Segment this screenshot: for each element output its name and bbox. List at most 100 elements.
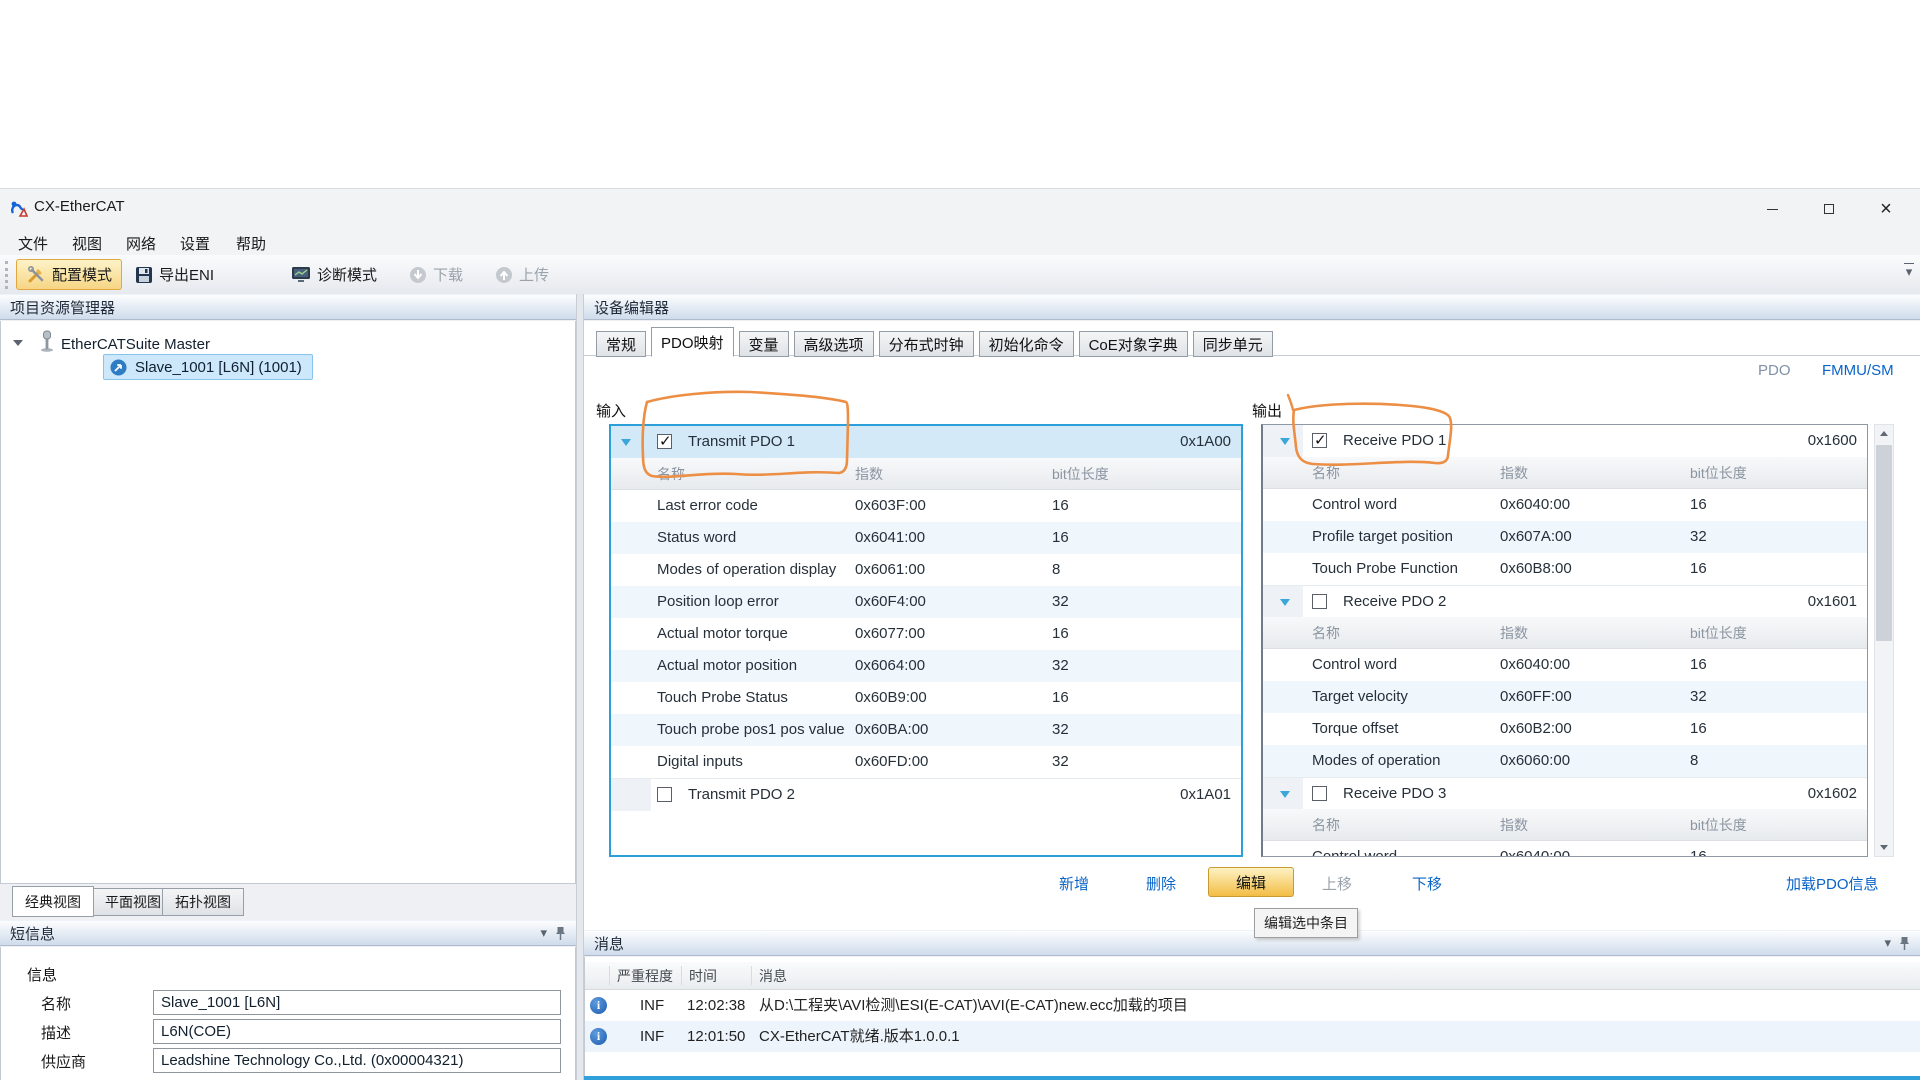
tab-常规[interactable]: 常规 [596,331,646,357]
message-panel-dropdown-icon[interactable]: ▾ [1884,935,1891,951]
pdo-entry-row[interactable]: Modes of operation0x6060:008 [1263,745,1867,777]
pdo-row[interactable]: Transmit PDO 20x1A01 [611,778,1241,810]
scroll-down-icon[interactable] [1875,839,1893,856]
delete-button[interactable]: 删除 [1146,873,1176,894]
pdo-entry-row[interactable]: Control word0x6040:0016 [1263,649,1867,681]
pdo-row[interactable]: Receive PDO 30x1602 [1263,777,1867,809]
pdo-entry-row[interactable]: Touch Probe Status0x60B9:0016 [611,682,1241,714]
pin-icon[interactable] [555,926,566,941]
move-down-button[interactable]: 下移 [1412,873,1442,894]
pdo-entry-row[interactable]: Control word0x6040:0016 [1263,841,1867,857]
info-panel-body: 信息 名称 Slave_1001 [L6N] 描述 L6N(COE) 供应商 L… [0,947,576,1080]
pdo-entry-row[interactable]: Status word0x6041:0016 [611,522,1241,554]
view-tab-2[interactable]: 拓扑视图 [162,888,244,916]
minimize-icon [1767,209,1778,210]
menu-item-0[interactable]: 文件 [12,232,54,254]
entry-bitlength-cell: 16 [1690,489,1707,521]
pdo-checkbox[interactable] [1312,433,1327,448]
config-mode-button[interactable]: 配置模式 [16,259,122,290]
upload-button[interactable]: 上传 [486,259,558,290]
tools-icon [26,265,46,285]
add-button[interactable]: 新增 [1059,873,1089,894]
severity-cell: INF [640,990,664,1021]
close-button[interactable]: × [1863,189,1909,229]
pdo-row[interactable]: Receive PDO 10x1600 [1263,425,1867,457]
pdo-row[interactable]: Transmit PDO 10x1A00 [611,426,1241,458]
message-row[interactable]: iINF12:01:50CX-EtherCAT就绪.版本1.0.0.1 [585,1021,1920,1052]
time-cell: 12:01:50 [687,1021,745,1052]
message-cell: 从D:\工程夹\AVI检测\ESI(E-CAT)\AVI(E-CAT)new.e… [759,990,1188,1021]
export-eni-button[interactable]: 导出ENI [126,259,223,290]
menu-item-3[interactable]: 设置 [174,232,216,254]
output-scrollbar[interactable] [1874,424,1894,857]
pdo-entry-row[interactable]: Profile target position0x607A:0032 [1263,521,1867,553]
minimize-button[interactable] [1749,189,1795,229]
tab-同步单元[interactable]: 同步单元 [1193,331,1273,357]
message-row[interactable]: iINF12:02:38从D:\工程夹\AVI检测\ESI(E-CAT)\AVI… [585,990,1920,1021]
menu-item-4[interactable]: 帮助 [230,232,272,254]
description-field[interactable]: L6N(COE) [153,1019,561,1044]
fmmu-sm-link[interactable]: FMMU/SM [1822,362,1894,379]
tab-CoE对象字典[interactable]: CoE对象字典 [1079,331,1188,357]
pdo-entry-row[interactable]: Torque offset0x60B2:0016 [1263,713,1867,745]
message-panel-body: 严重程度 时间 消息 iINF12:02:38从D:\工程夹\AVI检测\ESI… [584,957,1920,1080]
toolbar-overflow-icon[interactable]: ▾ [1904,263,1914,277]
pdo-view-link[interactable]: PDO [1758,362,1791,379]
tab-初始化命令[interactable]: 初始化命令 [979,331,1074,357]
move-up-button[interactable]: 上移 [1322,873,1352,894]
tab-变量[interactable]: 变量 [739,331,789,357]
menubar: 文件视图网络设置帮助 [0,229,1920,255]
pdo-entry-row[interactable]: Actual motor position0x6064:0032 [611,650,1241,682]
pdo-entry-row[interactable]: Modes of operation display0x6061:008 [611,554,1241,586]
expander-icon[interactable] [1280,599,1290,606]
pdo-entry-row[interactable]: Digital inputs0x60FD:0032 [611,746,1241,778]
pdo-entry-row[interactable]: Actual motor torque0x6077:0016 [611,618,1241,650]
pdo-entry-row[interactable]: Last error code0x603F:0016 [611,490,1241,522]
severity-cell: INF [640,1021,664,1052]
editor-tabbar: 常规PDO映射变量高级选项分布式时钟初始化命令CoE对象字典同步单元 [596,327,1278,357]
pdo-entry-row[interactable]: Touch Probe Function0x60B8:0016 [1263,553,1867,585]
pdo-checkbox[interactable] [1312,594,1327,609]
index-column-header: 指数 [1500,457,1528,489]
download-button[interactable]: 下载 [400,259,472,290]
scroll-up-icon[interactable] [1875,425,1893,442]
tab-PDO映射[interactable]: PDO映射 [651,327,734,357]
entry-index-cell: 0x60B8:00 [1500,553,1572,585]
pdo-checkbox[interactable] [657,787,672,802]
input-pdo-table[interactable]: Transmit PDO 10x1A00名称指数bit位长度Last error… [609,424,1243,857]
tab-高级选项[interactable]: 高级选项 [794,331,874,357]
output-pdo-table[interactable]: Receive PDO 10x1600名称指数bit位长度Control wor… [1261,424,1868,857]
pdo-entry-row[interactable]: Touch probe pos1 pos value0x60BA:0032 [611,714,1241,746]
expander-icon[interactable] [1280,791,1290,798]
tree-expander-icon[interactable] [13,340,23,346]
name-field[interactable]: Slave_1001 [L6N] [153,990,561,1015]
pin-icon[interactable] [1899,936,1910,951]
diag-mode-button[interactable]: 诊断模式 [282,259,386,290]
pdo-entry-row[interactable]: Control word0x6040:0016 [1263,489,1867,521]
load-pdo-info-link[interactable]: 加载PDO信息 [1786,873,1879,894]
menu-item-1[interactable]: 视图 [66,232,108,254]
scrollbar-thumb[interactable] [1876,445,1892,641]
pdo-row[interactable]: Receive PDO 20x1601 [1263,585,1867,617]
info-panel-dropdown-icon[interactable]: ▾ [540,925,547,941]
pdo-entry-row[interactable]: Position loop error0x60F4:0032 [611,586,1241,618]
expander-icon[interactable] [621,439,631,446]
edit-button[interactable]: 编辑 [1208,867,1294,897]
tree-item-master[interactable]: EtherCATSuite Master [61,336,210,353]
entry-index-cell: 0x60FF:00 [1500,681,1572,713]
menu-item-2[interactable]: 网络 [120,232,162,254]
tab-分布式时钟[interactable]: 分布式时钟 [879,331,974,357]
expander-icon[interactable] [1280,438,1290,445]
entry-bitlength-cell: 16 [1690,713,1707,745]
message-panel-header: 消息 ▾ [584,930,1920,956]
pdo-checkbox[interactable] [1312,786,1327,801]
entry-index-cell: 0x60B9:00 [855,682,927,714]
window-title: CX-EtherCAT [34,198,125,215]
pdo-checkbox[interactable] [657,434,672,449]
maximize-button[interactable] [1806,189,1852,229]
view-tab-0[interactable]: 经典视图 [12,886,94,917]
vendor-field[interactable]: Leadshine Technology Co.,Ltd. (0x0000432… [153,1048,561,1073]
tree-item-slave[interactable]: Slave_1001 [L6N] (1001) [103,354,313,380]
pdo-entry-row[interactable]: Target velocity0x60FF:0032 [1263,681,1867,713]
vertical-splitter[interactable] [576,294,584,1080]
